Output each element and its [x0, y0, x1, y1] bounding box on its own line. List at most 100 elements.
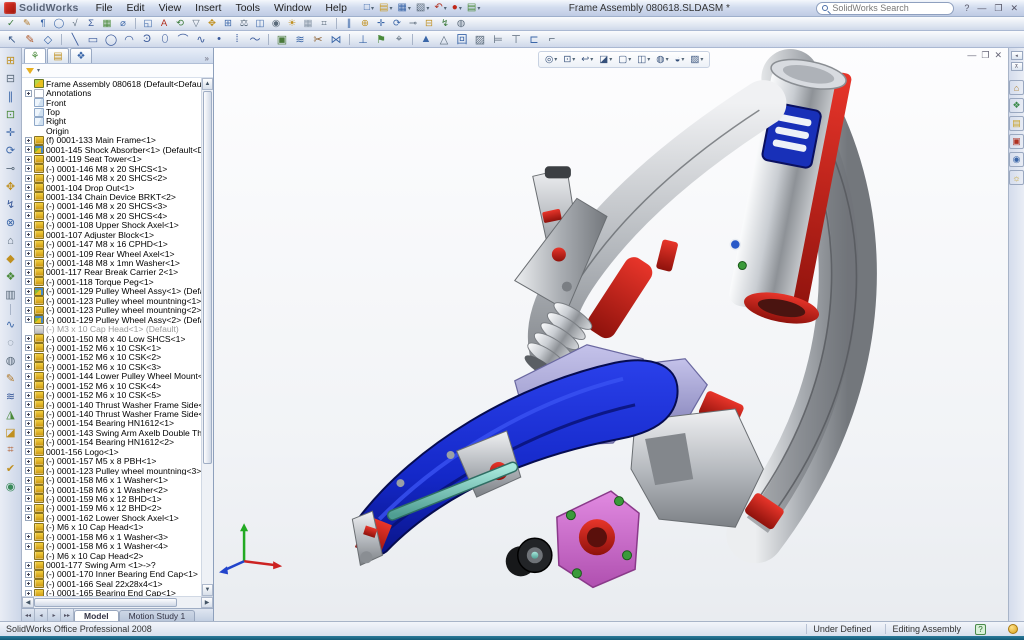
modify-sketch-icon[interactable]: 回 [453, 32, 471, 47]
expand-icon[interactable] [25, 184, 32, 191]
save-button[interactable]: ▦▾ [395, 1, 412, 15]
view-orientation-icon[interactable]: ▢▾ [616, 53, 633, 66]
edit-appearance-icon[interactable]: ◒▾ [673, 53, 687, 66]
interference-detection-icon[interactable]: ⊗ [2, 214, 20, 231]
configurationmanager-tab[interactable]: ❖ [70, 48, 92, 63]
tree-item[interactable]: 0001-104 Drop Out<1> [22, 183, 201, 192]
ruler-icon[interactable]: ⊨ [489, 32, 507, 47]
tree-item[interactable]: (-) 0001-154 Bearing HN1612<2> [22, 438, 201, 447]
bike-frame-model[interactable] [214, 48, 1008, 601]
menu-item[interactable]: Window [267, 1, 318, 15]
expand-icon[interactable] [25, 392, 32, 399]
balloon-icon[interactable]: ◯ [51, 17, 67, 30]
text-icon[interactable]: A [156, 17, 172, 30]
rotate-component-icon[interactable]: ⟳ [389, 17, 405, 30]
expand-icon[interactable] [25, 495, 32, 502]
assembly-xpert-icon[interactable]: ⌂ [2, 232, 20, 249]
help-button[interactable]: ? [962, 3, 971, 13]
doc-minimize-button[interactable]: — [967, 50, 976, 61]
move-component-icon[interactable]: ✛ [2, 124, 20, 141]
expand-icon[interactable] [25, 543, 32, 550]
tree-item[interactable]: (-) 0001-159 M6 x 12 BHD<1> [22, 494, 201, 503]
expand-icon[interactable] [25, 269, 32, 276]
filter-icon[interactable]: ▽ [188, 17, 204, 30]
physical-dynamics-icon[interactable]: ◌ [2, 334, 20, 351]
tree-item[interactable]: (-) 0001-150 M8 x 40 Low SHCS<1> [22, 334, 201, 343]
expand-icon[interactable] [25, 486, 32, 493]
tree-item[interactable]: (-) 0001-129 Pulley Wheel Assy<2> (Defau… [22, 315, 201, 324]
tree-item[interactable]: (-) M6 x 10 Cap Head<1> [22, 523, 201, 532]
tree-item[interactable]: (-) 0001-152 M6 x 10 CSK<1> [22, 343, 201, 352]
tab-nav-button[interactable]: ◂◂ [22, 609, 35, 621]
expand-icon[interactable] [25, 288, 32, 295]
tree-item[interactable]: (-) 0001-109 Rear Wheel Axel<1> [22, 249, 201, 258]
expand-icon[interactable] [25, 514, 32, 521]
display-style-icon[interactable]: ◫▾ [635, 53, 652, 66]
expand-icon[interactable] [25, 562, 32, 569]
undercut-icon[interactable]: ◪ [2, 424, 20, 441]
tree-item[interactable]: (-) 0001-146 M8 x 20 SHCS<2> [22, 173, 201, 182]
expand-icon[interactable] [25, 448, 32, 455]
expand-icon[interactable] [25, 278, 32, 285]
expand-icon[interactable] [25, 90, 32, 97]
tab-nav-button[interactable]: ▸ [48, 609, 61, 621]
mass-props-icon[interactable]: ⚖ [236, 17, 252, 30]
expand-icon[interactable] [25, 203, 32, 210]
add-relation-icon[interactable]: ⊥ [354, 32, 372, 47]
tree-item[interactable]: (-) 0001-108 Upper Shock Axel<1> [22, 221, 201, 230]
tree-item[interactable]: (-) 0001-123 Pulley wheel mountning<3> [22, 466, 201, 475]
filter-dropdown-arrow[interactable]: ▾ [37, 67, 40, 74]
units-icon[interactable]: ⌗ [316, 17, 332, 30]
menu-item[interactable]: Edit [120, 1, 152, 15]
check-icon[interactable]: ✔ [2, 460, 20, 477]
design-table-icon[interactable]: ▦ [99, 17, 115, 30]
scroll-left-button[interactable]: ◀ [22, 597, 34, 608]
print-button[interactable]: ▧▾ [414, 1, 431, 15]
tree-item[interactable]: (-) 0001-123 Pulley wheel mountning<2> [22, 306, 201, 315]
ellipse-icon[interactable]: ⬯ [156, 32, 174, 47]
lights-icon[interactable]: ☀ [284, 17, 300, 30]
view-palette-icon[interactable]: ▣ [1009, 134, 1024, 149]
tree-item[interactable]: 0001-177 Swing Arm <1>->? [22, 560, 201, 569]
tree-item[interactable]: Origin [22, 126, 201, 135]
expand-icon[interactable] [25, 165, 32, 172]
rotate-component-icon[interactable]: ⟳ [2, 142, 20, 159]
panel-more-button[interactable]: » [201, 54, 213, 63]
expand-icon[interactable] [25, 571, 32, 578]
tree-item[interactable]: (-) 0001-143 Swing Arm Axelb Double Thre… [22, 428, 201, 437]
centerline-icon[interactable]: ⁞ [228, 32, 246, 47]
collision-icon[interactable]: ◍ [2, 352, 20, 369]
task-pane-collapse-button[interactable]: ◂ [1011, 51, 1023, 60]
tab-nav-button[interactable]: ▸▸ [61, 609, 74, 621]
tree-item[interactable]: (-) 0001-152 M6 x 10 CSK<4> [22, 381, 201, 390]
tree-item[interactable]: (-) M6 x 10 Cap Head<2> [22, 551, 201, 560]
previous-view-icon[interactable]: ↩▾ [579, 53, 595, 66]
doc-close-button[interactable]: ✕ [994, 50, 1002, 61]
apply-scene-icon[interactable]: ▨▾ [688, 53, 705, 66]
insert-component-icon[interactable]: ⊞ [2, 52, 20, 69]
tree-item[interactable]: 0001-145 Shock Absorber<1> (Default<Defa… [22, 145, 201, 154]
undo-button[interactable]: ↶▾ [432, 1, 448, 15]
expand-icon[interactable] [25, 580, 32, 587]
surface-finish-icon[interactable]: √ [67, 17, 83, 30]
measure-icon[interactable]: ⌀ [115, 17, 131, 30]
edit-component-icon[interactable]: ◱ [140, 17, 156, 30]
hidden-lines-icon[interactable]: ⊟ [2, 70, 20, 87]
tree-item[interactable]: (-) 0001-154 Bearing HN1612<1> [22, 419, 201, 428]
doc-restore-button[interactable]: ❐ [981, 50, 989, 61]
tree-item[interactable]: Right [22, 117, 201, 126]
expand-icon[interactable] [25, 411, 32, 418]
minimize-button[interactable]: — [975, 3, 988, 13]
tree-item[interactable]: (-) 0001-146 M8 x 20 SHCS<3> [22, 202, 201, 211]
mate-icon[interactable]: ∥ [341, 17, 357, 30]
explode-line-icon[interactable]: ↯ [2, 196, 20, 213]
mate-icon[interactable]: ∥ [2, 88, 20, 105]
tab-model[interactable]: Model [74, 610, 119, 621]
sketch-tools-icon[interactable]: ⌐ [543, 32, 561, 47]
expand-icon[interactable] [25, 156, 32, 163]
file-explorer-icon[interactable]: ▤ [1009, 116, 1024, 131]
section-icon[interactable]: ◫ [252, 17, 268, 30]
expand-icon[interactable] [25, 467, 32, 474]
scroll-up-button[interactable]: ▲ [202, 78, 213, 90]
tree-item[interactable]: (-) 0001-158 M6 x 1 Washer<4> [22, 541, 201, 550]
